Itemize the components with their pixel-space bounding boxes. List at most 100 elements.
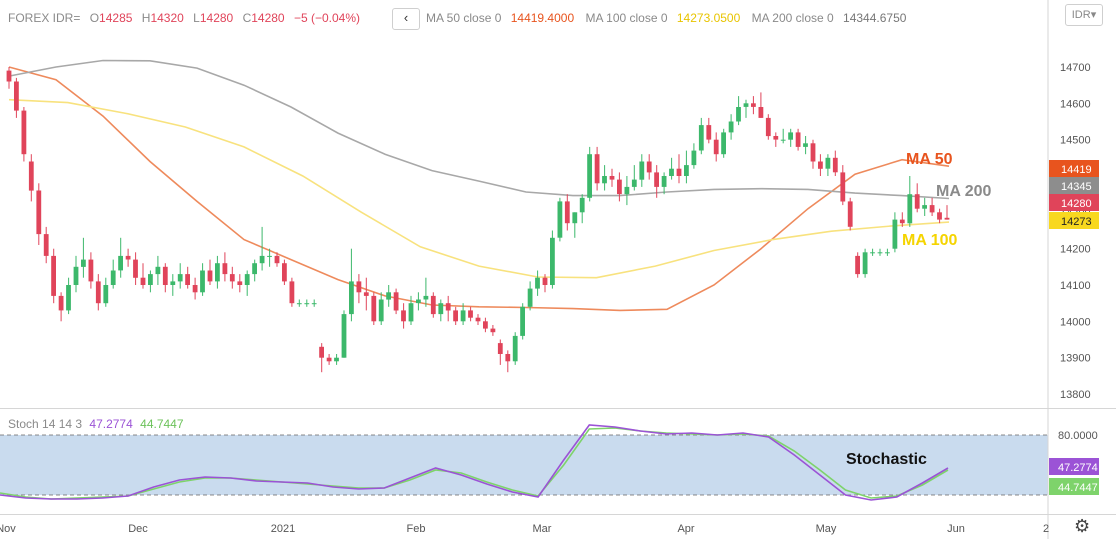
currency-button[interactable]: IDR▾ — [1065, 4, 1103, 26]
candle — [445, 295, 451, 322]
time-axis-tick-label: 2 — [1043, 523, 1049, 535]
candle — [698, 117, 704, 155]
candle — [170, 274, 176, 296]
ma200-line — [8, 59, 950, 200]
candle — [66, 277, 71, 315]
candle — [185, 266, 190, 289]
candle — [215, 255, 220, 289]
candle — [326, 354, 332, 365]
stoch-value-label: 47.2774 — [1058, 462, 1098, 474]
candle — [475, 314, 481, 325]
candle — [818, 154, 823, 176]
candle — [401, 303, 406, 329]
stoch-legend: Stoch 14 14 3 47.2774 44.7447 — [8, 417, 184, 431]
candle — [736, 96, 741, 126]
candle — [862, 248, 868, 278]
candle — [914, 183, 920, 213]
time-axis-tick-label: Feb — [407, 523, 426, 535]
candle — [713, 132, 719, 162]
candle — [617, 172, 622, 202]
candle — [892, 212, 898, 253]
candle — [341, 310, 347, 358]
candle — [832, 150, 838, 176]
candle — [110, 259, 116, 289]
candle — [103, 277, 109, 307]
price-axis-tick-label: 13800 — [1060, 389, 1091, 401]
candle — [765, 114, 771, 140]
stoch-k-legend-value: 47.2774 — [89, 417, 133, 431]
candle — [296, 299, 302, 307]
candle — [311, 299, 317, 307]
stoch-value-badge: 47.2774 — [1049, 458, 1099, 475]
candle — [810, 139, 816, 169]
ma100-legend-value: 14273.0500 — [676, 11, 741, 25]
ma50-annotation: MA 50 — [906, 151, 953, 168]
candle — [244, 270, 250, 296]
candle — [483, 317, 488, 333]
time-axis-tick-label: Mar — [533, 523, 552, 535]
price-axis-tick-label: 14700 — [1060, 62, 1091, 74]
ma50-legend-label: MA 50 close 0 — [426, 11, 502, 25]
candle — [304, 299, 310, 307]
candle — [922, 197, 927, 216]
candle — [6, 67, 12, 89]
candle — [661, 172, 667, 195]
candle — [646, 154, 652, 180]
price-badge: 14345 — [1049, 177, 1099, 194]
candle — [527, 281, 533, 311]
candle — [587, 146, 592, 202]
price-axis-tick-label: 14100 — [1060, 280, 1091, 292]
candle — [363, 277, 369, 311]
price-axis-tick-label: 14000 — [1060, 316, 1091, 328]
candle — [490, 325, 496, 336]
price-badge: 14419 — [1049, 160, 1099, 177]
price-axis-tick-label: 14600 — [1060, 98, 1091, 110]
time-axis-tick-label: Nov — [0, 523, 16, 535]
candle — [430, 292, 436, 318]
candle — [371, 292, 377, 325]
ma200-annotation: MA 200 — [936, 183, 992, 200]
candle — [840, 165, 846, 206]
chart-canvas[interactable]: 80.0000 14700146001450014400143001420014… — [0, 0, 1116, 539]
stoch-legend-label: Stoch 14 14 3 — [8, 417, 83, 431]
candle — [505, 350, 511, 373]
candle — [125, 248, 131, 267]
candle — [847, 197, 853, 231]
candle — [937, 208, 942, 224]
candle — [36, 183, 42, 245]
candle — [639, 154, 645, 187]
time-axis-tick-label: Apr — [677, 523, 694, 535]
candle — [706, 117, 712, 144]
candle — [721, 128, 726, 158]
time-axis-tick-label: May — [816, 523, 837, 535]
ma100-legend-label: MA 100 close 0 — [585, 11, 668, 25]
candle — [349, 248, 354, 322]
price-legend: FOREX IDR= O14285 H14320 L14280 C14280 −… — [8, 11, 360, 25]
candle — [669, 157, 674, 180]
time-axis-tick-label: Jun — [947, 523, 965, 535]
candle — [885, 248, 890, 256]
candle — [289, 277, 295, 307]
candle — [944, 205, 950, 220]
candle — [594, 146, 600, 191]
candle — [58, 292, 64, 322]
candle — [28, 154, 34, 202]
candle — [870, 248, 875, 256]
gear-icon[interactable]: ⚙ — [1074, 516, 1090, 536]
price-badge: 14273 — [1049, 212, 1099, 229]
ma-legend: MA 50 close 0 14419.4000 MA 100 close 0 … — [426, 11, 906, 25]
price-axis-tick-label: 14200 — [1060, 244, 1091, 256]
candle — [468, 306, 473, 322]
candle — [118, 237, 123, 278]
stoch-axis-tick-label: 80.0000 — [1058, 430, 1098, 442]
candle — [684, 150, 689, 184]
ma200-legend-label: MA 200 close 0 — [751, 11, 834, 25]
collapse-legend-button[interactable]: ‹ — [392, 8, 420, 30]
candle — [14, 77, 19, 118]
candle — [550, 230, 555, 289]
price-badge-label: 14273 — [1061, 216, 1092, 228]
candle — [133, 252, 138, 285]
candle — [81, 237, 86, 278]
ma100-annotation: MA 100 — [902, 232, 958, 249]
candle — [95, 274, 101, 311]
